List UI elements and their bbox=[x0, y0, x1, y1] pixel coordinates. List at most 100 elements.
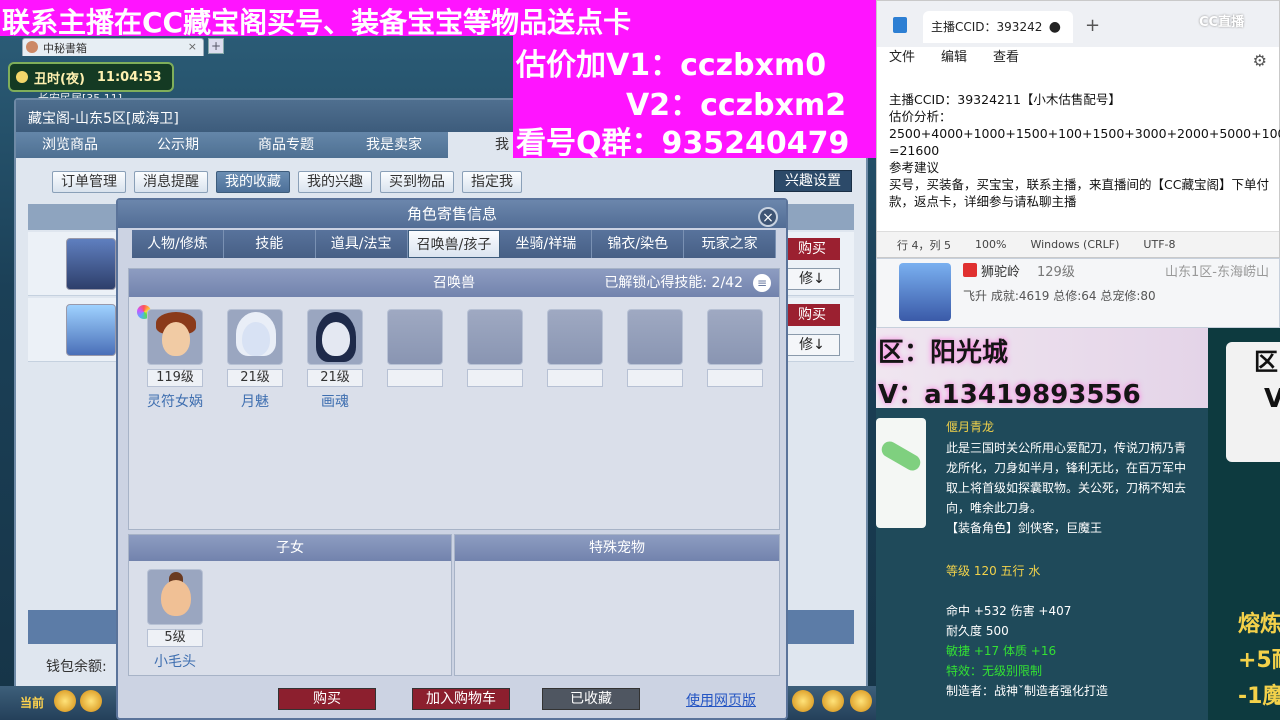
pet-name: 灵符女娲 bbox=[147, 394, 203, 410]
subtab-interests[interactable]: 我的兴趣 bbox=[298, 171, 372, 193]
notepad-tab[interactable]: 主播CCID：393242 ● bbox=[923, 11, 1073, 43]
subtab-messages[interactable]: 消息提醒 bbox=[134, 171, 208, 193]
player-card[interactable]: 狮驼岭 129级 山东1区-东海崂山 飞升 成就:4619 总修:64 总宠修:… bbox=[876, 258, 1280, 328]
menu-file[interactable]: 文件 bbox=[889, 47, 915, 69]
pet-panel-header: 召唤兽 已解锁心得技能: 2/42 ≡ bbox=[129, 269, 779, 297]
cc-live-logo: CC直播 bbox=[1199, 15, 1245, 30]
tab-character[interactable]: 人物/修炼 bbox=[132, 230, 224, 258]
avatar bbox=[899, 263, 951, 321]
side-durability-label: +5耐 bbox=[1238, 648, 1280, 673]
encoding: UTF-8 bbox=[1143, 238, 1176, 251]
pet-portrait bbox=[147, 309, 203, 365]
child-slot[interactable]: 5级 小毛头 bbox=[147, 569, 203, 671]
tab-pets-children[interactable]: 召唤兽/孩子 bbox=[407, 230, 501, 258]
notepad-tab-title: 主播CCID：393242 bbox=[931, 20, 1043, 34]
gear-icon[interactable]: ⚙ bbox=[1253, 51, 1267, 70]
add-to-cart-button[interactable]: 加入购物车 bbox=[412, 688, 510, 710]
children-panel: 子女 5级 小毛头 bbox=[128, 534, 452, 676]
game-time-period: 丑时(夜) bbox=[34, 71, 85, 87]
equipment-durability: 耐久度 500 bbox=[946, 624, 1009, 638]
subtab-assigned[interactable]: 指定我 bbox=[462, 171, 522, 193]
pet-icon[interactable] bbox=[822, 690, 844, 712]
children-header: 子女 bbox=[129, 535, 451, 561]
pet-slot[interactable]: 119级 灵符女娲 bbox=[147, 309, 203, 411]
current-channel-label: 当前 bbox=[20, 696, 45, 710]
contact-banner: 区：阳光城 V：a13419893556 bbox=[876, 328, 1208, 410]
banner-wechat: V：a13419893556 bbox=[878, 380, 1141, 410]
player-server: 山东1区-东海崂山 bbox=[1165, 265, 1269, 280]
child-portrait bbox=[147, 569, 203, 625]
equipment-roles: 【装备角色】剑侠客，巨魔王 bbox=[946, 521, 1103, 535]
buy-button[interactable]: 购买 bbox=[278, 688, 376, 710]
player-school: 狮驼岭 bbox=[981, 265, 1021, 280]
tab-skills[interactable]: 技能 bbox=[223, 230, 316, 258]
pet-name: 画魂 bbox=[321, 394, 349, 410]
avatar bbox=[66, 238, 116, 290]
buy-button[interactable]: 购买 bbox=[784, 238, 840, 260]
tab-home[interactable]: 玩家之家 bbox=[684, 230, 777, 258]
special-pets-header: 特殊宠物 bbox=[455, 535, 779, 561]
tab-publicity[interactable]: 公示期 bbox=[124, 132, 232, 158]
close-icon[interactable]: × bbox=[758, 207, 778, 227]
notepad-status-bar: 行 4，列 5 100% Windows (CRLF) UTF-8 bbox=[877, 231, 1279, 257]
avatar bbox=[66, 304, 116, 356]
school-icon bbox=[963, 263, 977, 277]
child-level: 5级 bbox=[147, 629, 203, 647]
side-panel-strip: 区 V 熔炼 +5耐 -1魔 bbox=[1208, 328, 1280, 720]
notepad-titlebar: 主播CCID：393242 ● + CC直播 bbox=[877, 1, 1279, 47]
interest-settings-button[interactable]: 兴趣设置 bbox=[774, 170, 852, 192]
menu-icon[interactable]: ≡ bbox=[753, 274, 771, 292]
tab-favicon-icon bbox=[26, 41, 38, 53]
pet-slot-empty bbox=[547, 309, 603, 387]
promo-headline: 联系主播在CC藏宝阁买号、装备宝宝等物品送点卡 bbox=[2, 6, 632, 39]
microphone-icon[interactable] bbox=[54, 690, 76, 712]
system-icon[interactable] bbox=[850, 690, 872, 712]
notepad-text-area[interactable]: 主播CCID：39324211【小木估售配号】 估价分析： 2500+4000+… bbox=[889, 91, 1280, 210]
equipment-image bbox=[876, 418, 926, 528]
subtab-favorites[interactable]: 我的收藏 bbox=[216, 171, 290, 193]
player-stats: 飞升 成就:4619 总修:64 总宠修:80 bbox=[963, 289, 1156, 303]
more-button[interactable]: 修↓ bbox=[784, 268, 840, 290]
tab-mounts[interactable]: 坐骑/祥瑞 bbox=[500, 230, 593, 258]
more-button[interactable]: 修↓ bbox=[784, 334, 840, 356]
tab-topics[interactable]: 商品专题 bbox=[232, 132, 340, 158]
emoji-icon[interactable] bbox=[80, 690, 102, 712]
equipment-name: 偃月青龙 bbox=[946, 420, 995, 434]
skill-unlock-count: 已解锁心得技能: 2/42 bbox=[604, 275, 743, 291]
pet-slot-empty bbox=[387, 309, 443, 387]
promo-qq-group: 看号Q群：935240479 bbox=[516, 126, 850, 161]
smile-icon[interactable] bbox=[792, 690, 814, 712]
treasure-sub-tabs: 订单管理 消息提醒 我的收藏 我的兴趣 买到物品 指定我 bbox=[52, 171, 522, 193]
use-web-version-link[interactable]: 使用网页版 bbox=[686, 690, 756, 710]
new-tab-icon[interactable]: + bbox=[1085, 15, 1100, 36]
unsaved-dot-icon[interactable]: ● bbox=[1049, 11, 1061, 43]
tab-browse[interactable]: 浏览商品 bbox=[16, 132, 124, 158]
game-clock: 11:04:53 bbox=[96, 69, 162, 85]
close-icon[interactable]: × bbox=[188, 40, 197, 53]
tab-items[interactable]: 道具/法宝 bbox=[315, 230, 408, 258]
subtab-bought[interactable]: 买到物品 bbox=[380, 171, 454, 193]
browser-tab-label: 中秘書箱 bbox=[43, 41, 87, 55]
pet-slot[interactable]: 21级 月魅 bbox=[227, 309, 283, 411]
player-level: 129级 bbox=[1037, 265, 1075, 280]
menu-edit[interactable]: 编辑 bbox=[941, 47, 967, 69]
pet-level: 119级 bbox=[147, 369, 203, 387]
tab-seller[interactable]: 我是卖家 bbox=[340, 132, 448, 158]
pet-slot[interactable]: 21级 画魂 bbox=[307, 309, 363, 411]
favorited-button[interactable]: 已收藏 bbox=[542, 688, 640, 710]
side-magic-label: -1魔 bbox=[1238, 684, 1280, 709]
side-banner-text-2: V bbox=[1264, 384, 1280, 414]
blade-icon bbox=[878, 438, 924, 474]
dialog-title: 角色寄售信息 bbox=[118, 200, 786, 228]
menu-view[interactable]: 查看 bbox=[993, 47, 1019, 69]
notepad-menu: 文件 编辑 查看 bbox=[877, 47, 1279, 69]
side-banner-text-1: 区 bbox=[1254, 348, 1278, 376]
pet-level: 21级 bbox=[307, 369, 363, 387]
buy-button[interactable]: 购买 bbox=[784, 304, 840, 326]
equipment-effect: 特效：无级别限制 bbox=[946, 664, 1043, 678]
pet-portrait bbox=[227, 309, 283, 365]
subtab-orders[interactable]: 订单管理 bbox=[52, 171, 126, 193]
notepad-app-icon bbox=[893, 17, 907, 33]
zoom-level: 100% bbox=[975, 238, 1007, 251]
tab-outfits[interactable]: 锦衣/染色 bbox=[592, 230, 685, 258]
